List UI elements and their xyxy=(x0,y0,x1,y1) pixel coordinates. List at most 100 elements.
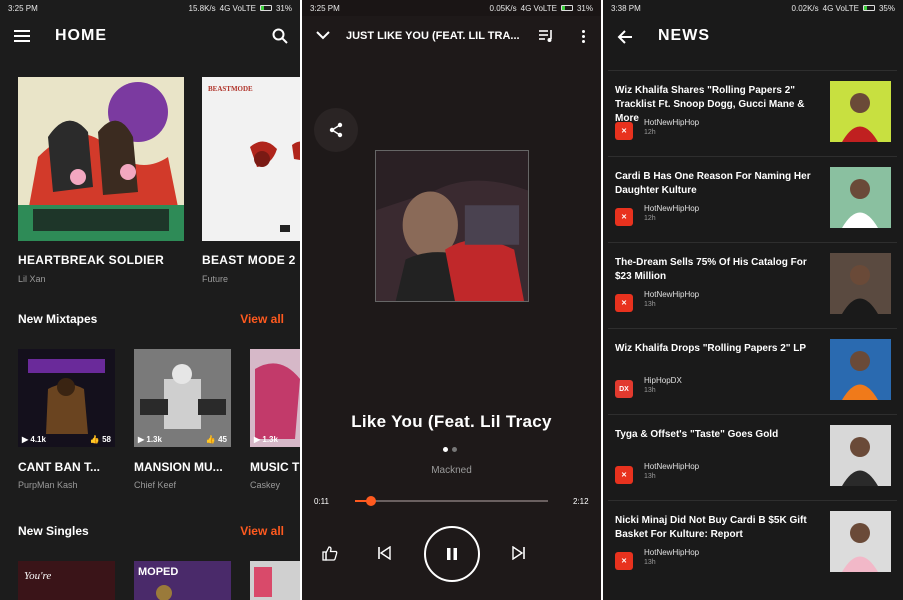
news-item[interactable]: Wiz Khalifa Shares "Rolling Papers 2" Tr… xyxy=(608,70,897,152)
status-net-speed: 0.02K/s xyxy=(791,3,819,13)
news-source: HipHopDX xyxy=(644,376,682,385)
plays-count: 1.3k xyxy=(262,435,278,444)
status-bar: 3:38 PM 0.02K/s 4G VoLTE 35% xyxy=(603,0,903,16)
status-battery: 35% xyxy=(878,3,895,13)
mixtape-card[interactable]: ▶ 1.3k MUSIC T Caskey xyxy=(250,349,300,490)
mixtape-artist: Chief Keef xyxy=(134,480,177,490)
skip-next-icon xyxy=(512,546,525,560)
plays-count: 4.1k xyxy=(30,435,46,444)
pause-button[interactable] xyxy=(424,526,480,582)
status-net-speed: 15.8K/s xyxy=(188,3,216,13)
news-age: 12h xyxy=(644,129,656,136)
mixtape-cover[interactable]: ▶ 4.1k 👍 58 xyxy=(18,349,115,447)
plays-count: 1.3k xyxy=(146,435,162,444)
mixtape-title: MUSIC T xyxy=(250,460,300,474)
news-thumbnail xyxy=(830,339,891,400)
news-screen: 3:38 PM 0.02K/s 4G VoLTE 35% NEWS Wiz Kh… xyxy=(603,0,903,600)
svg-text:You're: You're xyxy=(24,570,51,582)
likes-count: 58 xyxy=(102,435,111,444)
single-cover[interactable]: You're xyxy=(18,561,115,600)
status-net-type: 4G VoLTE xyxy=(520,3,557,13)
single-cover[interactable]: MOPED xyxy=(134,561,231,600)
share-button[interactable] xyxy=(314,108,358,152)
news-item[interactable]: Nicki Minaj Did Not Buy Cardi B $5K Gift… xyxy=(608,500,897,582)
hotnewhiphop-logo-icon: ✕ xyxy=(615,208,633,226)
back-arrow-icon[interactable] xyxy=(617,29,633,45)
page-title: NEWS xyxy=(658,27,710,44)
page-indicator xyxy=(443,447,457,452)
mixtape-plays: ▶ 1.3k xyxy=(254,435,278,444)
mixtape-artist: PurpMan Kash xyxy=(18,480,78,490)
album-cover[interactable] xyxy=(18,77,184,241)
section-title: New Mixtapes xyxy=(18,312,98,326)
next-button[interactable] xyxy=(509,543,529,563)
news-source: HotNewHipHop xyxy=(644,204,700,213)
previous-button[interactable] xyxy=(374,543,394,563)
queue-icon[interactable] xyxy=(538,29,554,43)
news-age: 13h xyxy=(644,301,656,308)
album-artist: Future xyxy=(202,274,229,284)
mixtape-plays: ▶ 4.1k xyxy=(22,435,46,444)
news-thumbnail xyxy=(830,81,891,142)
seek-bar[interactable] xyxy=(355,500,548,502)
pause-icon xyxy=(447,548,457,560)
view-all-singles-link[interactable]: View all xyxy=(240,524,284,538)
album-artist: Lil Xan xyxy=(18,274,46,284)
mixtape-card[interactable]: ▶ 1.3k 👍 45 MANSION MU... Chief Keef xyxy=(134,349,231,490)
news-item[interactable]: Cardi B Has One Reason For Naming Her Da… xyxy=(608,156,897,238)
single-cover[interactable] xyxy=(250,561,300,600)
album-card[interactable]: BEASTMODE BEAST MODE 2 Future xyxy=(202,77,300,284)
mixtapes-header: New Mixtapes View all xyxy=(18,312,284,326)
mixtape-cover[interactable]: ▶ 1.3k xyxy=(250,349,300,447)
battery-icon xyxy=(862,5,875,11)
mixtape-title: CANT BAN T... xyxy=(18,460,100,474)
menu-icon[interactable] xyxy=(14,30,30,42)
mixtape-likes: 👍 45 xyxy=(205,435,227,444)
mixtape-cover[interactable]: ▶ 1.3k 👍 45 xyxy=(134,349,231,447)
cover-label: MOPED xyxy=(138,566,178,578)
time-total: 2:12 xyxy=(573,497,589,506)
news-source: HotNewHipHop xyxy=(644,118,700,127)
news-source: HotNewHipHop xyxy=(644,290,700,299)
news-age: 13h xyxy=(644,387,656,394)
mixtape-card[interactable]: ▶ 4.1k 👍 58 CANT BAN T... PurpMan Kash xyxy=(18,349,115,490)
battery-icon xyxy=(259,5,272,11)
mixtape-likes: 👍 58 xyxy=(89,435,111,444)
album-cover xyxy=(375,150,529,302)
news-item[interactable]: Tyga & Offset's "Taste" Goes Gold ✕ HotNew… xyxy=(608,414,897,496)
home-screen: 3:25 PM 15.8K/s 4G VoLTE 31% HOME HEARTB… xyxy=(0,0,300,600)
status-time: 3:25 PM xyxy=(310,3,340,13)
status-time: 3:25 PM xyxy=(8,3,38,13)
page-title: HOME xyxy=(55,27,107,44)
hotnewhiphop-logo-icon: ✕ xyxy=(615,552,633,570)
thumbs-up-icon xyxy=(322,546,338,561)
news-headline: Tyga & Offset's "Taste" Goes Gold xyxy=(615,429,779,440)
news-age: 12h xyxy=(644,215,656,222)
battery-icon xyxy=(560,5,573,11)
news-item[interactable]: The-Dream Sells 75% Of His Catalog For $… xyxy=(608,242,897,324)
news-headline: Nicki Minaj Did Not Buy Cardi B $5K Gift… xyxy=(615,515,807,540)
hotnewhiphop-logo-icon: ✕ xyxy=(615,466,633,484)
app-bar: NEWS xyxy=(603,16,903,58)
news-thumbnail xyxy=(830,253,891,314)
seek-handle[interactable] xyxy=(366,496,377,506)
news-item[interactable]: Wiz Khalifa Drops "Rolling Papers 2" LP D… xyxy=(608,328,897,410)
view-all-mixtapes-link[interactable]: View all xyxy=(240,312,284,326)
player-screen: 3:25 PM 0.05K/s 4G VoLTE 31% JUST LIKE Y… xyxy=(302,0,601,600)
mixtape-title: MANSION MU... xyxy=(134,460,223,474)
album-card[interactable]: HEARTBREAK SOLDIER Lil Xan xyxy=(18,77,184,284)
more-options-icon[interactable] xyxy=(582,30,586,44)
status-bar: 3:25 PM 0.05K/s 4G VoLTE 31% xyxy=(302,0,601,16)
news-thumbnail xyxy=(830,167,891,228)
now-playing-title: JUST LIKE YOU (FEAT. LIL TRA... xyxy=(346,30,520,42)
status-time: 3:38 PM xyxy=(611,3,641,13)
search-icon[interactable] xyxy=(272,28,288,44)
chevron-down-icon[interactable] xyxy=(316,30,330,40)
news-headline: Cardi B Has One Reason For Naming Her Da… xyxy=(615,171,811,196)
album-cover[interactable]: BEASTMODE xyxy=(202,77,300,241)
like-button[interactable] xyxy=(320,543,340,563)
status-net-type: 4G VoLTE xyxy=(219,3,256,13)
time-current: 0:11 xyxy=(314,497,329,506)
song-title: Like You (Feat. Lil Tracy xyxy=(351,412,552,431)
cover-label: BEASTMODE xyxy=(208,85,253,93)
